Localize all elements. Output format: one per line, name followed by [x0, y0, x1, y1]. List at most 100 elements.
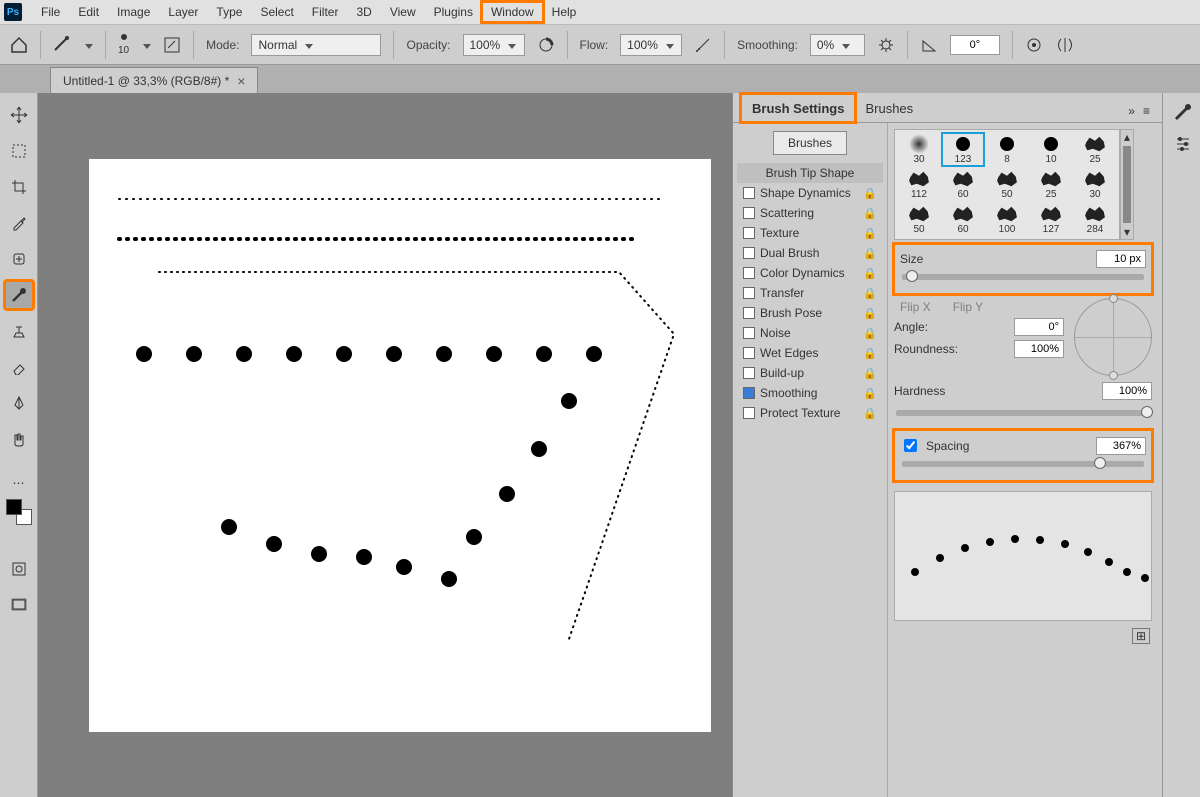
brush-option-scattering[interactable]: Scattering🔒	[737, 203, 883, 223]
quickmask-icon[interactable]	[5, 555, 33, 583]
crop-tool[interactable]	[5, 173, 33, 201]
brush-tool[interactable]	[5, 281, 33, 309]
mode-select[interactable]: Normal	[251, 34, 381, 56]
menu-plugins[interactable]: Plugins	[425, 2, 482, 22]
lock-icon: 🔒	[863, 267, 877, 280]
brush-tip-25[interactable]: 25	[1031, 169, 1071, 200]
screenmode-icon[interactable]	[5, 591, 33, 619]
mode-label: Mode:	[206, 38, 239, 52]
menu-window[interactable]: Window	[482, 2, 543, 22]
brush-option-smoothing[interactable]: Smoothing🔒	[737, 383, 883, 403]
brush-tip-100[interactable]: 100	[987, 204, 1027, 235]
brush-option-transfer[interactable]: Transfer🔒	[737, 283, 883, 303]
brush-tip-60[interactable]: 60	[943, 169, 983, 200]
right-dock	[1162, 93, 1200, 797]
brush-option-noise[interactable]: Noise🔒	[737, 323, 883, 343]
lock-icon: 🔒	[863, 207, 877, 220]
menu-help[interactable]: Help	[543, 2, 586, 22]
spacing-checkbox[interactable]	[904, 439, 917, 452]
menu-filter[interactable]: Filter	[303, 2, 348, 22]
hardness-input[interactable]	[1102, 382, 1152, 400]
spacing-slider[interactable]	[902, 461, 1144, 467]
more-tools-icon[interactable]: ⋯	[5, 475, 33, 491]
angle-input[interactable]	[950, 35, 1000, 55]
brush-tip-50[interactable]: 50	[987, 169, 1027, 200]
brush-option-build-up[interactable]: Build-up🔒	[737, 363, 883, 383]
canvas[interactable]	[89, 159, 711, 732]
menu-type[interactable]: Type	[207, 2, 251, 22]
pressure-size-icon[interactable]	[1025, 36, 1043, 54]
smoothing-input[interactable]: 0%	[810, 34, 865, 56]
panel-menu-icon[interactable]: ≡	[1139, 100, 1154, 122]
panel-collapse-icon[interactable]: »	[1124, 100, 1139, 122]
brushes-button[interactable]: Brushes	[773, 131, 847, 155]
adjustments-panel-icon[interactable]	[1173, 135, 1191, 153]
options-bar: 10 Mode: Normal Opacity: 100% Flow: 100%…	[0, 25, 1200, 65]
smoothing-gear-icon[interactable]	[877, 36, 895, 54]
brush-tip-30[interactable]: 30	[1075, 169, 1115, 200]
tool-preset-dropdown[interactable]	[83, 38, 93, 52]
brush-tip-112[interactable]: 112	[899, 169, 939, 200]
hand-tool[interactable]	[5, 425, 33, 453]
tool-preset-icon[interactable]	[53, 36, 71, 54]
healing-tool[interactable]	[5, 245, 33, 273]
close-tab-icon[interactable]: ×	[237, 73, 245, 89]
brush-option-brush-tip-shape[interactable]: Brush Tip Shape	[737, 163, 883, 183]
canvas-area	[38, 93, 732, 797]
flow-input[interactable]: 100%	[620, 34, 682, 56]
brush-tip-10[interactable]: 10	[1031, 134, 1071, 165]
document-tab[interactable]: Untitled-1 @ 33,3% (RGB/8#) * ×	[50, 67, 258, 93]
brush-preview-mini[interactable]: 10	[118, 34, 129, 56]
home-icon[interactable]	[10, 36, 28, 54]
symmetry-icon[interactable]	[1055, 36, 1073, 54]
roundness-input[interactable]	[1014, 340, 1064, 358]
brush-option-dual-brush[interactable]: Dual Brush🔒	[737, 243, 883, 263]
clone-stamp-tool[interactable]	[5, 317, 33, 345]
brush-option-texture[interactable]: Texture🔒	[737, 223, 883, 243]
new-preset-icon[interactable]: ⊞	[1132, 628, 1150, 644]
tipgrid-scrollbar[interactable]: ▴▾	[1120, 129, 1134, 240]
brush-tip-60[interactable]: 60	[943, 204, 983, 235]
hardness-slider[interactable]	[896, 410, 1150, 416]
menu-layer[interactable]: Layer	[159, 2, 207, 22]
size-input[interactable]	[1096, 250, 1146, 268]
brush-option-brush-pose[interactable]: Brush Pose🔒	[737, 303, 883, 323]
brush-tip-127[interactable]: 127	[1031, 204, 1071, 235]
menu-image[interactable]: Image	[108, 2, 159, 22]
tab-brush-settings[interactable]: Brush Settings	[741, 94, 855, 122]
menu-select[interactable]: Select	[251, 2, 302, 22]
brush-option-protect-texture[interactable]: Protect Texture🔒	[737, 403, 883, 423]
pressure-opacity-icon[interactable]	[537, 36, 555, 54]
brush-tip-25[interactable]: 25	[1075, 134, 1115, 165]
angle-wheel[interactable]	[1074, 298, 1152, 376]
brush-tip-30[interactable]: 30	[899, 134, 939, 165]
brush-tip-284[interactable]: 284	[1075, 204, 1115, 235]
brush-tip-123[interactable]: 123	[943, 134, 983, 165]
menu-file[interactable]: File	[32, 2, 69, 22]
marquee-tool[interactable]	[5, 137, 33, 165]
brush-option-shape-dynamics[interactable]: Shape Dynamics🔒	[737, 183, 883, 203]
opacity-input[interactable]: 100%	[463, 34, 525, 56]
brush-option-wet-edges[interactable]: Wet Edges🔒	[737, 343, 883, 363]
eraser-tool[interactable]	[5, 353, 33, 381]
menu-3d[interactable]: 3D	[347, 2, 380, 22]
brush-angle-input[interactable]	[1014, 318, 1064, 336]
brush-tip-50[interactable]: 50	[899, 204, 939, 235]
lock-icon: 🔒	[863, 407, 877, 420]
menu-view[interactable]: View	[381, 2, 425, 22]
color-swatch[interactable]	[6, 499, 32, 525]
pen-tool[interactable]	[5, 389, 33, 417]
brush-preset-dropdown[interactable]	[141, 38, 151, 52]
menu-edit[interactable]: Edit	[69, 2, 108, 22]
spacing-input[interactable]	[1096, 437, 1146, 455]
size-slider[interactable]	[902, 274, 1144, 280]
brush-tip-8[interactable]: 8	[987, 134, 1027, 165]
brush-panel-icon[interactable]	[1173, 103, 1191, 121]
move-tool[interactable]	[5, 101, 33, 129]
eyedropper-tool[interactable]	[5, 209, 33, 237]
tab-brushes[interactable]: Brushes	[855, 95, 923, 122]
airbrush-icon[interactable]	[694, 36, 712, 54]
brush-tip-grid[interactable]: 3012381025112605025305060100127284	[894, 129, 1120, 240]
brush-option-color-dynamics[interactable]: Color Dynamics🔒	[737, 263, 883, 283]
brush-panel-toggle-icon[interactable]	[163, 36, 181, 54]
